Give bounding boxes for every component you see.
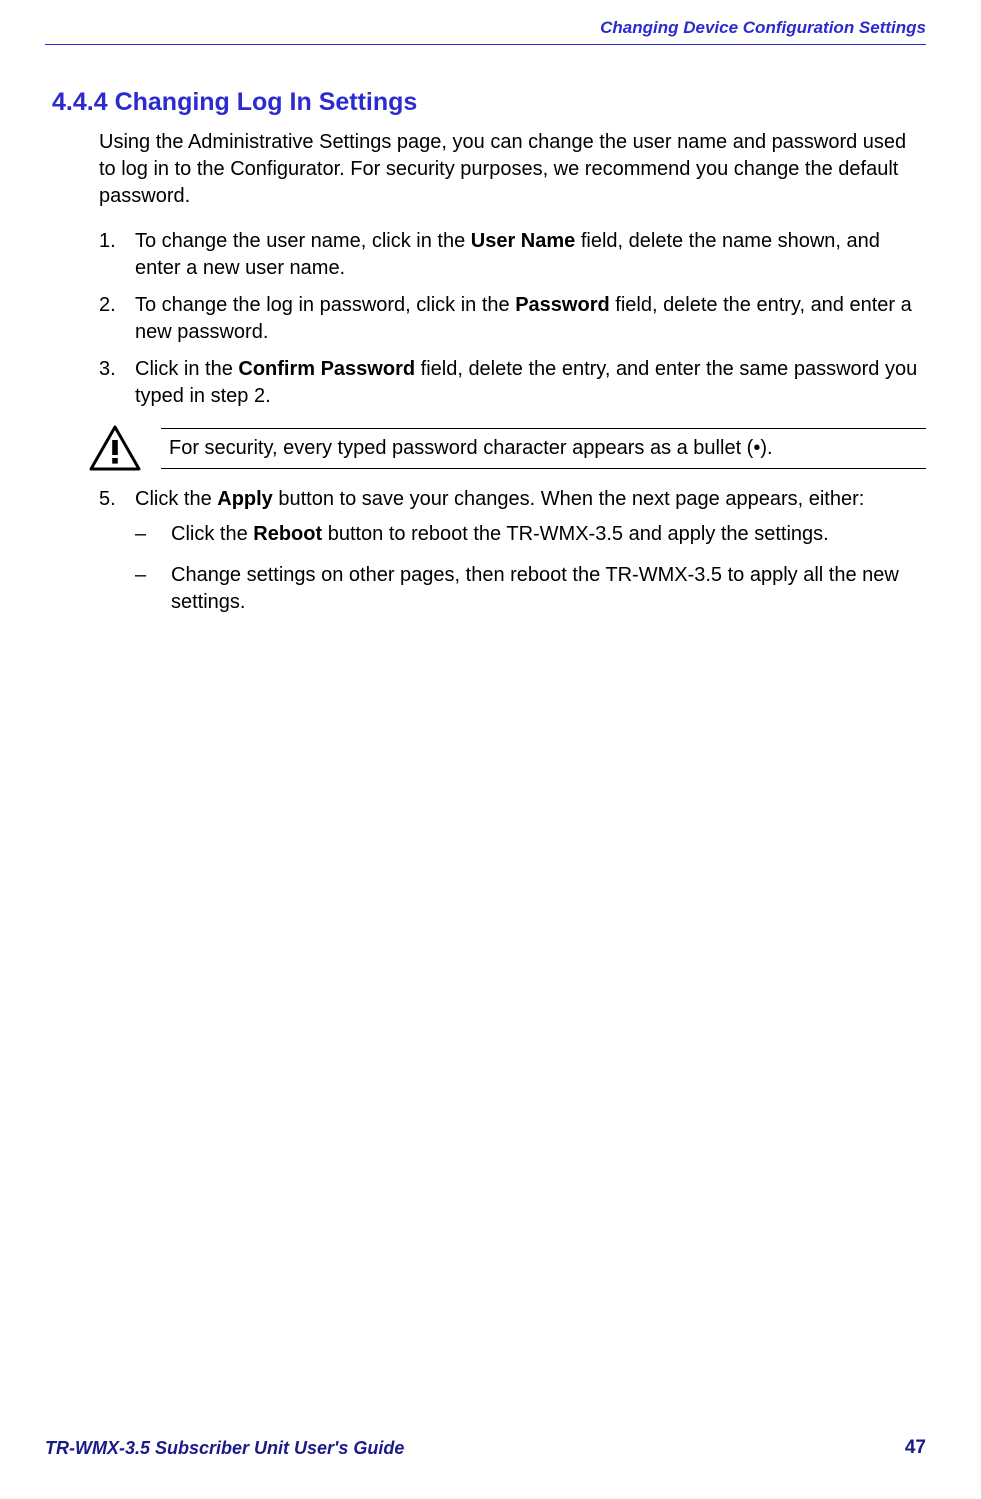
sub-item-2: – Change settings on other pages, then r…	[135, 562, 926, 616]
dash: –	[135, 562, 171, 589]
step-2: 2. To change the log in password, click …	[99, 292, 926, 346]
page-footer: TR-WMX-3.5 Subscriber Unit User's Guide …	[45, 1437, 926, 1459]
step-number: 5.	[99, 486, 135, 513]
step-body: Click the Apply button to save your chan…	[135, 486, 926, 630]
bold-apply: Apply	[217, 488, 273, 510]
dash: –	[135, 521, 171, 548]
footer-title: TR-WMX-3.5 Subscriber Unit User's Guide	[45, 1438, 404, 1459]
step-number: 3.	[99, 356, 135, 383]
caution-note: For security, every typed password chara…	[89, 424, 926, 472]
step-body: To change the log in password, click in …	[135, 292, 926, 346]
step-5: 5. Click the Apply button to save your c…	[99, 486, 926, 630]
section-title: Changing Log In Settings	[115, 88, 418, 116]
page-number: 47	[905, 1437, 926, 1459]
step-body: Click in the Confirm Password field, del…	[135, 356, 926, 410]
note-text: For security, every typed password chara…	[161, 428, 926, 469]
steps-list: 1. To change the user name, click in the…	[99, 228, 926, 410]
step-number: 1.	[99, 228, 135, 255]
sub-body: Change settings on other pages, then reb…	[171, 562, 926, 616]
step-body: To change the user name, click in the Us…	[135, 228, 926, 282]
sub-item-1: – Click the Reboot button to reboot the …	[135, 521, 926, 548]
text: Click the	[171, 523, 253, 545]
intro-paragraph: Using the Administrative Settings page, …	[99, 129, 926, 210]
bold-confirm-password: Confirm Password	[238, 358, 415, 380]
content: 4.4.4 Changing Log In Settings Using the…	[45, 18, 926, 630]
step-3: 3. Click in the Confirm Password field, …	[99, 356, 926, 410]
page: Changing Device Configuration Settings 4…	[0, 0, 981, 1499]
steps-list-continued: 5. Click the Apply button to save your c…	[99, 486, 926, 630]
text: To change the user name, click in the	[135, 230, 471, 252]
text: button to reboot the TR-WMX-3.5 and appl…	[322, 523, 829, 545]
bold-reboot: Reboot	[253, 523, 322, 545]
text: button to save your changes. When the ne…	[273, 488, 865, 510]
section-heading: 4.4.4 Changing Log In Settings	[52, 88, 926, 117]
step-1: 1. To change the user name, click in the…	[99, 228, 926, 282]
text: Click in the	[135, 358, 238, 380]
caution-icon	[89, 424, 141, 472]
text: To change the log in password, click in …	[135, 294, 515, 316]
header-rule	[45, 44, 926, 45]
text: Click the	[135, 488, 217, 510]
section-number: 4.4.4	[52, 88, 108, 116]
sub-list: – Click the Reboot button to reboot the …	[135, 521, 926, 616]
bold-password: Password	[515, 294, 609, 316]
sub-body: Click the Reboot button to reboot the TR…	[171, 521, 926, 548]
step-number: 2.	[99, 292, 135, 319]
bold-user-name: User Name	[471, 230, 576, 252]
running-header: Changing Device Configuration Settings	[600, 18, 926, 38]
